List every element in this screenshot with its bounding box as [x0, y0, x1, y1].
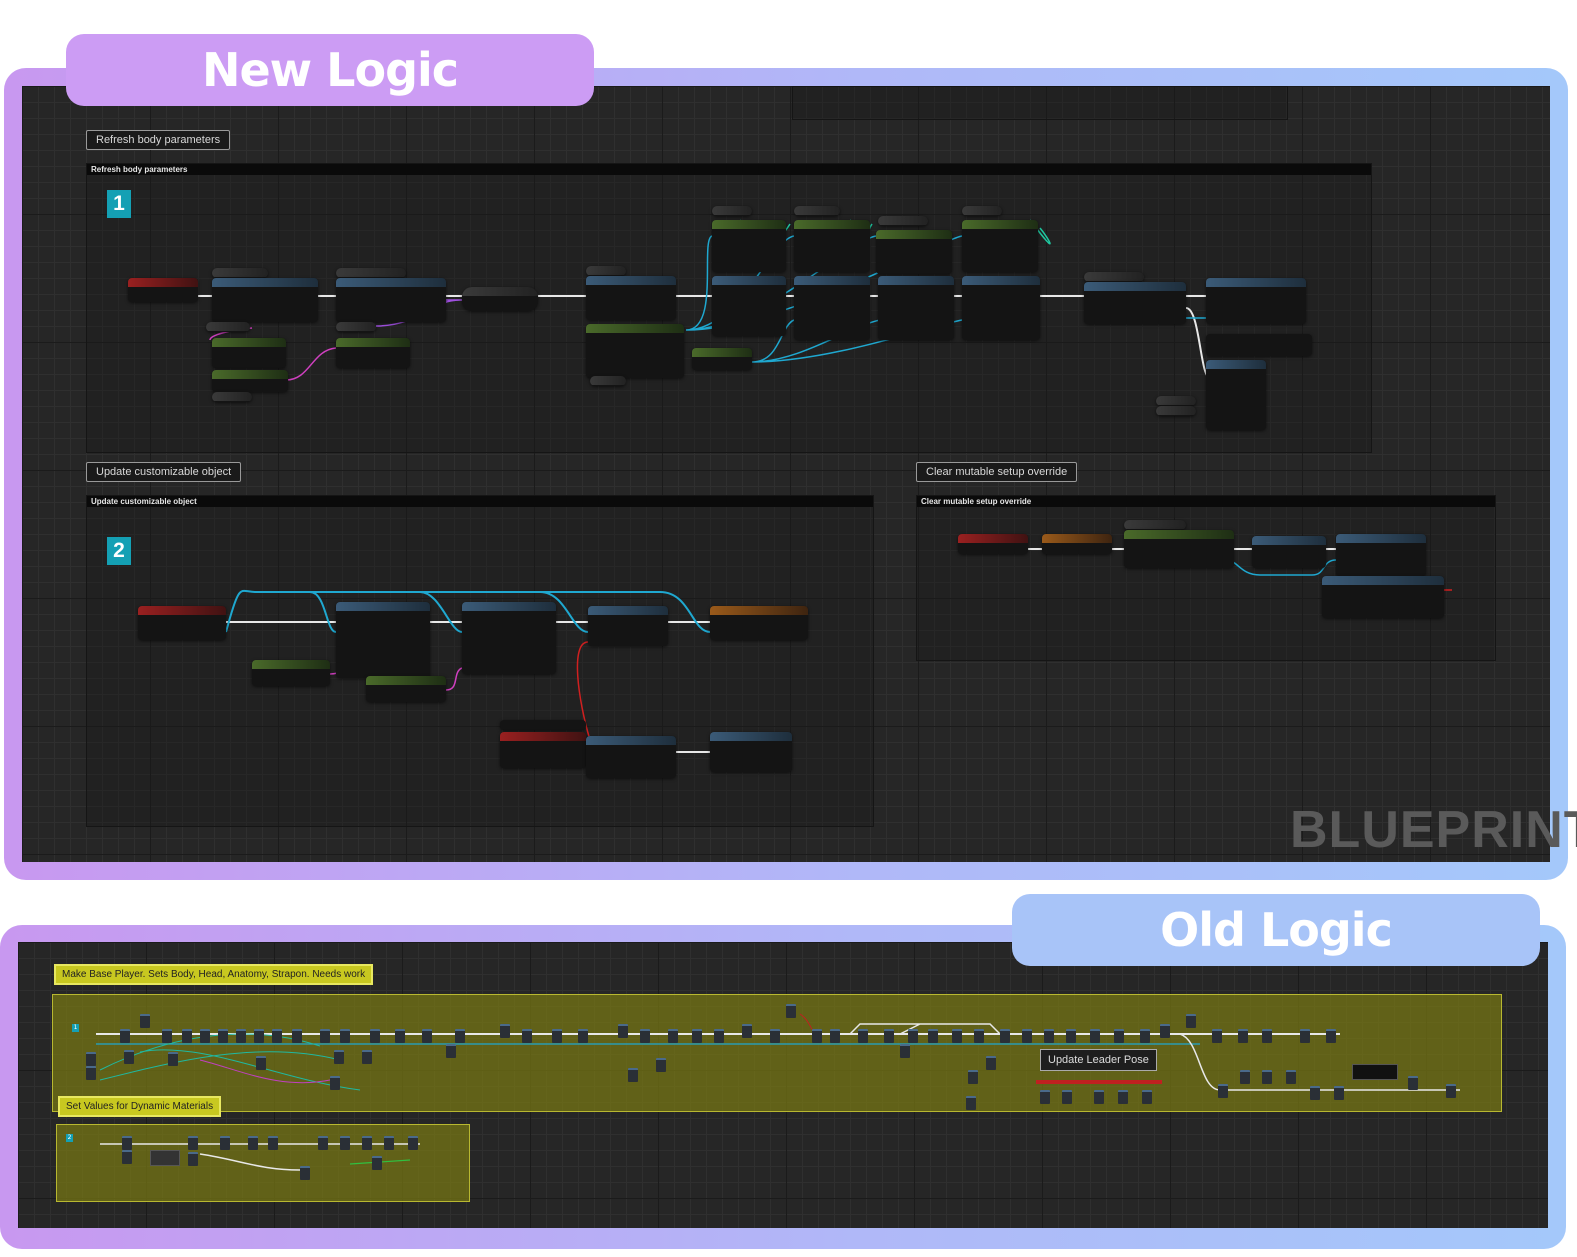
- mini-node[interactable]: [218, 1029, 228, 1043]
- mini-node[interactable]: [552, 1029, 562, 1043]
- mini-node[interactable]: [334, 1050, 344, 1064]
- mini-node[interactable]: [1160, 1024, 1170, 1038]
- mini-node[interactable]: [668, 1029, 678, 1043]
- mini-node[interactable]: [884, 1029, 894, 1043]
- mini-node[interactable]: [500, 1024, 510, 1038]
- old-group-node[interactable]: [150, 1150, 180, 1166]
- mini-node[interactable]: [330, 1076, 340, 1090]
- mini-node[interactable]: [1212, 1029, 1222, 1043]
- mini-node[interactable]: [1066, 1029, 1076, 1043]
- mini-node[interactable]: [966, 1096, 976, 1110]
- mini-node[interactable]: [455, 1029, 465, 1043]
- mini-node[interactable]: [1062, 1090, 1072, 1104]
- mini-node[interactable]: [124, 1050, 134, 1064]
- mini-node[interactable]: [1262, 1070, 1272, 1084]
- mini-node[interactable]: [1286, 1070, 1296, 1084]
- mini-node[interactable]: [1090, 1029, 1100, 1043]
- mini-node[interactable]: [1218, 1084, 1228, 1098]
- mini-node[interactable]: [340, 1029, 350, 1043]
- mini-node[interactable]: [1240, 1070, 1250, 1084]
- mini-node[interactable]: [908, 1029, 918, 1043]
- mini-node[interactable]: [618, 1024, 628, 1038]
- mini-node[interactable]: [900, 1044, 910, 1058]
- mini-node[interactable]: [370, 1029, 380, 1043]
- mini-node[interactable]: [812, 1029, 822, 1043]
- mini-node[interactable]: [362, 1136, 372, 1150]
- old-graph-wires: [95, 1013, 1460, 1171]
- mini-node[interactable]: [1186, 1014, 1196, 1028]
- mini-node[interactable]: [786, 1004, 796, 1018]
- mini-node[interactable]: [1044, 1029, 1054, 1043]
- mini-node[interactable]: [86, 1066, 96, 1080]
- mini-node[interactable]: [422, 1029, 432, 1043]
- mini-node[interactable]: [628, 1068, 638, 1082]
- mini-node[interactable]: [1118, 1090, 1128, 1104]
- mini-node[interactable]: [248, 1136, 258, 1150]
- mini-node[interactable]: [268, 1136, 278, 1150]
- mini-node[interactable]: [168, 1052, 178, 1066]
- mini-node[interactable]: [254, 1029, 264, 1043]
- mini-node[interactable]: [770, 1029, 780, 1043]
- mini-node[interactable]: [1094, 1090, 1104, 1104]
- mini-node[interactable]: [968, 1070, 978, 1084]
- mini-node[interactable]: [830, 1029, 840, 1043]
- mini-node[interactable]: [162, 1029, 172, 1043]
- mini-node[interactable]: [340, 1136, 350, 1150]
- mini-node[interactable]: [188, 1136, 198, 1150]
- mini-node[interactable]: [318, 1136, 328, 1150]
- mini-node[interactable]: [372, 1156, 382, 1170]
- mini-node[interactable]: [182, 1029, 192, 1043]
- mini-node[interactable]: [122, 1150, 132, 1164]
- mini-node[interactable]: [640, 1029, 650, 1043]
- mini-node[interactable]: [1238, 1029, 1248, 1043]
- mini-node[interactable]: [578, 1029, 588, 1043]
- mini-node[interactable]: [858, 1029, 868, 1043]
- mini-node[interactable]: [1334, 1086, 1344, 1100]
- mini-node[interactable]: [1326, 1029, 1336, 1043]
- mini-node[interactable]: [1142, 1090, 1152, 1104]
- mini-node[interactable]: [692, 1029, 702, 1043]
- old-comment-update-leader-pose[interactable]: Update Leader Pose: [1040, 1049, 1157, 1071]
- mini-node[interactable]: [395, 1029, 405, 1043]
- mini-node[interactable]: [122, 1136, 132, 1150]
- mini-node[interactable]: [522, 1029, 532, 1043]
- mini-node[interactable]: [220, 1136, 230, 1150]
- mini-node[interactable]: [200, 1029, 210, 1043]
- mini-node[interactable]: [742, 1024, 752, 1038]
- mini-node[interactable]: [384, 1136, 394, 1150]
- mini-node[interactable]: [272, 1029, 282, 1043]
- mini-node[interactable]: [656, 1058, 666, 1072]
- mini-node[interactable]: [256, 1056, 266, 1070]
- mini-node[interactable]: [1022, 1029, 1032, 1043]
- mini-node[interactable]: [1446, 1084, 1456, 1098]
- mini-node[interactable]: [928, 1029, 938, 1043]
- mini-node[interactable]: [236, 1029, 246, 1043]
- mini-node[interactable]: [188, 1152, 198, 1166]
- mini-node[interactable]: [1140, 1029, 1150, 1043]
- mini-node[interactable]: [1040, 1090, 1050, 1104]
- mini-node[interactable]: [362, 1050, 372, 1064]
- mini-node[interactable]: [320, 1029, 330, 1043]
- mini-node[interactable]: [1114, 1029, 1124, 1043]
- mini-node[interactable]: [140, 1014, 150, 1028]
- mini-node[interactable]: [714, 1029, 724, 1043]
- mini-node[interactable]: [120, 1029, 130, 1043]
- mini-node[interactable]: [986, 1056, 996, 1070]
- mini-node[interactable]: [1408, 1076, 1418, 1090]
- mini-node[interactable]: [446, 1044, 456, 1058]
- mini-node[interactable]: [1300, 1029, 1310, 1043]
- mini-node[interactable]: [1000, 1029, 1010, 1043]
- mini-node[interactable]: [292, 1029, 302, 1043]
- mini-node[interactable]: [1310, 1086, 1320, 1100]
- old-note-node: [1352, 1064, 1398, 1080]
- mini-node[interactable]: [300, 1166, 310, 1180]
- mini-node[interactable]: [952, 1029, 962, 1043]
- old-logic-title: Old Logic: [1012, 894, 1540, 966]
- mini-node[interactable]: [86, 1052, 96, 1066]
- mini-node[interactable]: [974, 1029, 984, 1043]
- mini-node[interactable]: [1262, 1029, 1272, 1043]
- mini-node[interactable]: [408, 1136, 418, 1150]
